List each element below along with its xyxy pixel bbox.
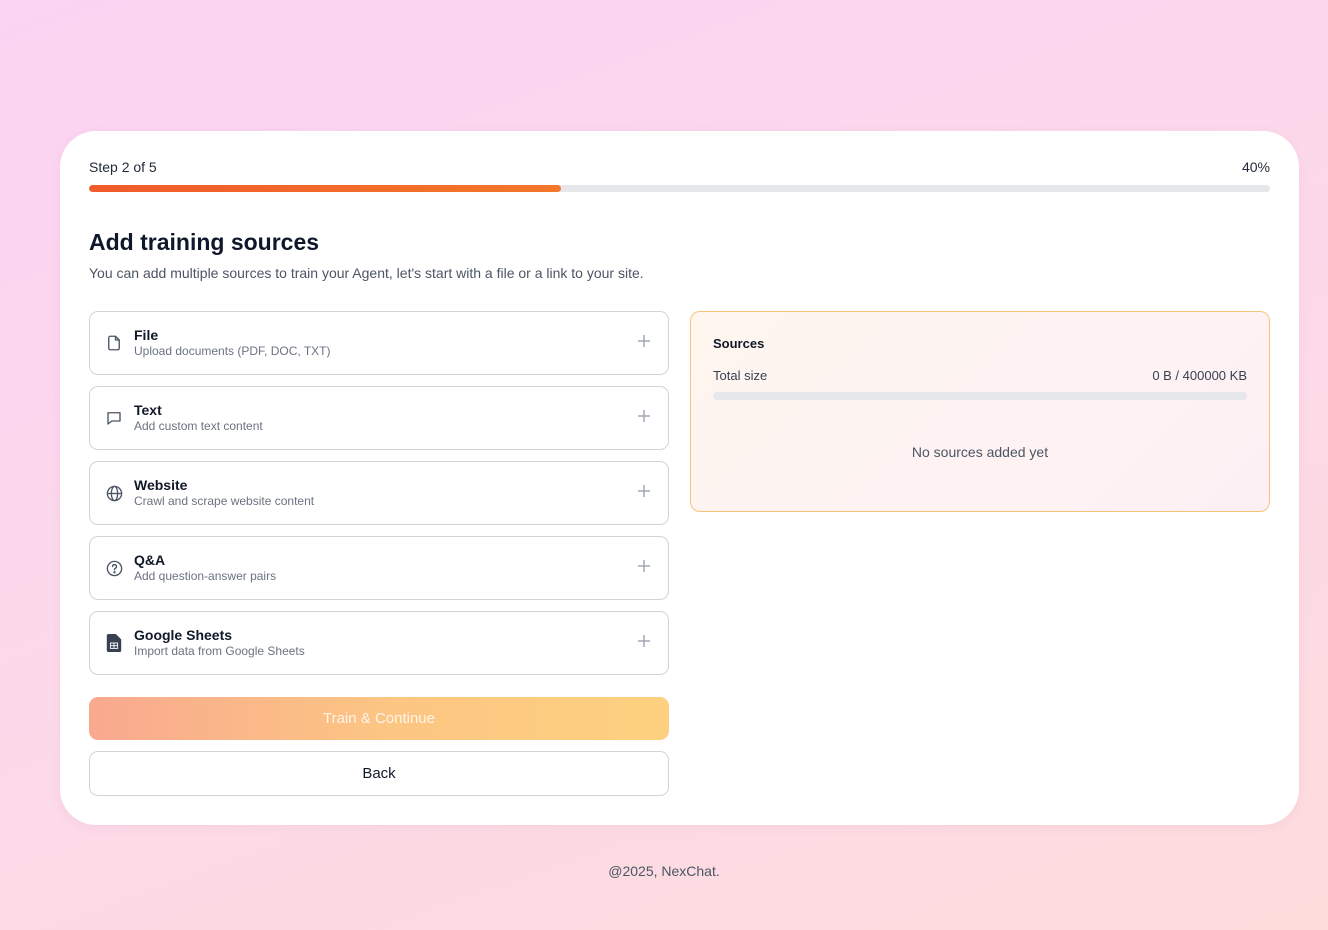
plus-icon[interactable] — [636, 333, 652, 354]
message-icon — [104, 408, 124, 428]
total-size-row: Total size 0 B / 400000 KB — [713, 368, 1247, 383]
source-option-name: File — [134, 327, 159, 343]
page-subtitle: You can add multiple sources to train yo… — [89, 265, 644, 281]
plus-icon[interactable] — [636, 558, 652, 579]
total-size-value: 0 B / 400000 KB — [1152, 368, 1247, 383]
source-type-list: File Upload documents (PDF, DOC, TXT) Te… — [89, 311, 669, 686]
source-option-name: Text — [134, 402, 162, 418]
source-option-name: Q&A — [134, 552, 166, 568]
step-label: Step 2 of 5 — [89, 159, 157, 175]
source-option-name: Website — [134, 477, 188, 493]
source-option-description: Upload documents (PDF, DOC, TXT) — [134, 344, 331, 358]
plus-icon[interactable] — [636, 408, 652, 429]
progress-percent: 40% — [1241, 159, 1270, 175]
progress-header: Step 2 of 5 40% — [89, 159, 1270, 175]
source-option-description: Crawl and scrape website content — [134, 494, 315, 508]
globe-icon — [104, 483, 124, 503]
sheets-icon — [104, 633, 124, 653]
source-option-website[interactable]: Website Crawl and scrape website content — [89, 461, 669, 525]
file-icon — [104, 333, 124, 353]
question-icon — [104, 558, 124, 578]
source-option-file[interactable]: File Upload documents (PDF, DOC, TXT) — [89, 311, 669, 375]
total-size-label: Total size — [713, 368, 768, 383]
train-continue-button[interactable]: Train & Continue — [89, 697, 669, 740]
setup-card: Step 2 of 5 40% Add training sources You… — [60, 131, 1299, 825]
empty-state-text: No sources added yet — [911, 444, 1049, 460]
sources-panel: Sources Total size 0 B / 400000 KB No so… — [690, 311, 1270, 512]
source-option-description: Add question-answer pairs — [134, 569, 277, 583]
source-option-text[interactable]: Text Add custom text content — [89, 386, 669, 450]
page-title: Add training sources — [89, 229, 320, 255]
source-option-name: Google Sheets — [134, 627, 233, 643]
plus-icon[interactable] — [636, 633, 652, 654]
source-option-description: Import data from Google Sheets — [134, 644, 305, 658]
back-button[interactable]: Back — [89, 751, 669, 796]
source-option-google-sheets[interactable]: Google Sheets Import data from Google Sh… — [89, 611, 669, 675]
plus-icon[interactable] — [636, 483, 652, 504]
progress-fill — [89, 185, 562, 192]
source-option-qa[interactable]: Q&A Add question-answer pairs — [89, 536, 669, 600]
source-option-description: Add custom text content — [134, 419, 263, 433]
footer-copyright: @2025, NexChat. — [608, 863, 720, 879]
progress-bar — [89, 185, 1270, 192]
sources-panel-title: Sources — [713, 336, 765, 351]
size-usage-bar — [713, 392, 1247, 400]
